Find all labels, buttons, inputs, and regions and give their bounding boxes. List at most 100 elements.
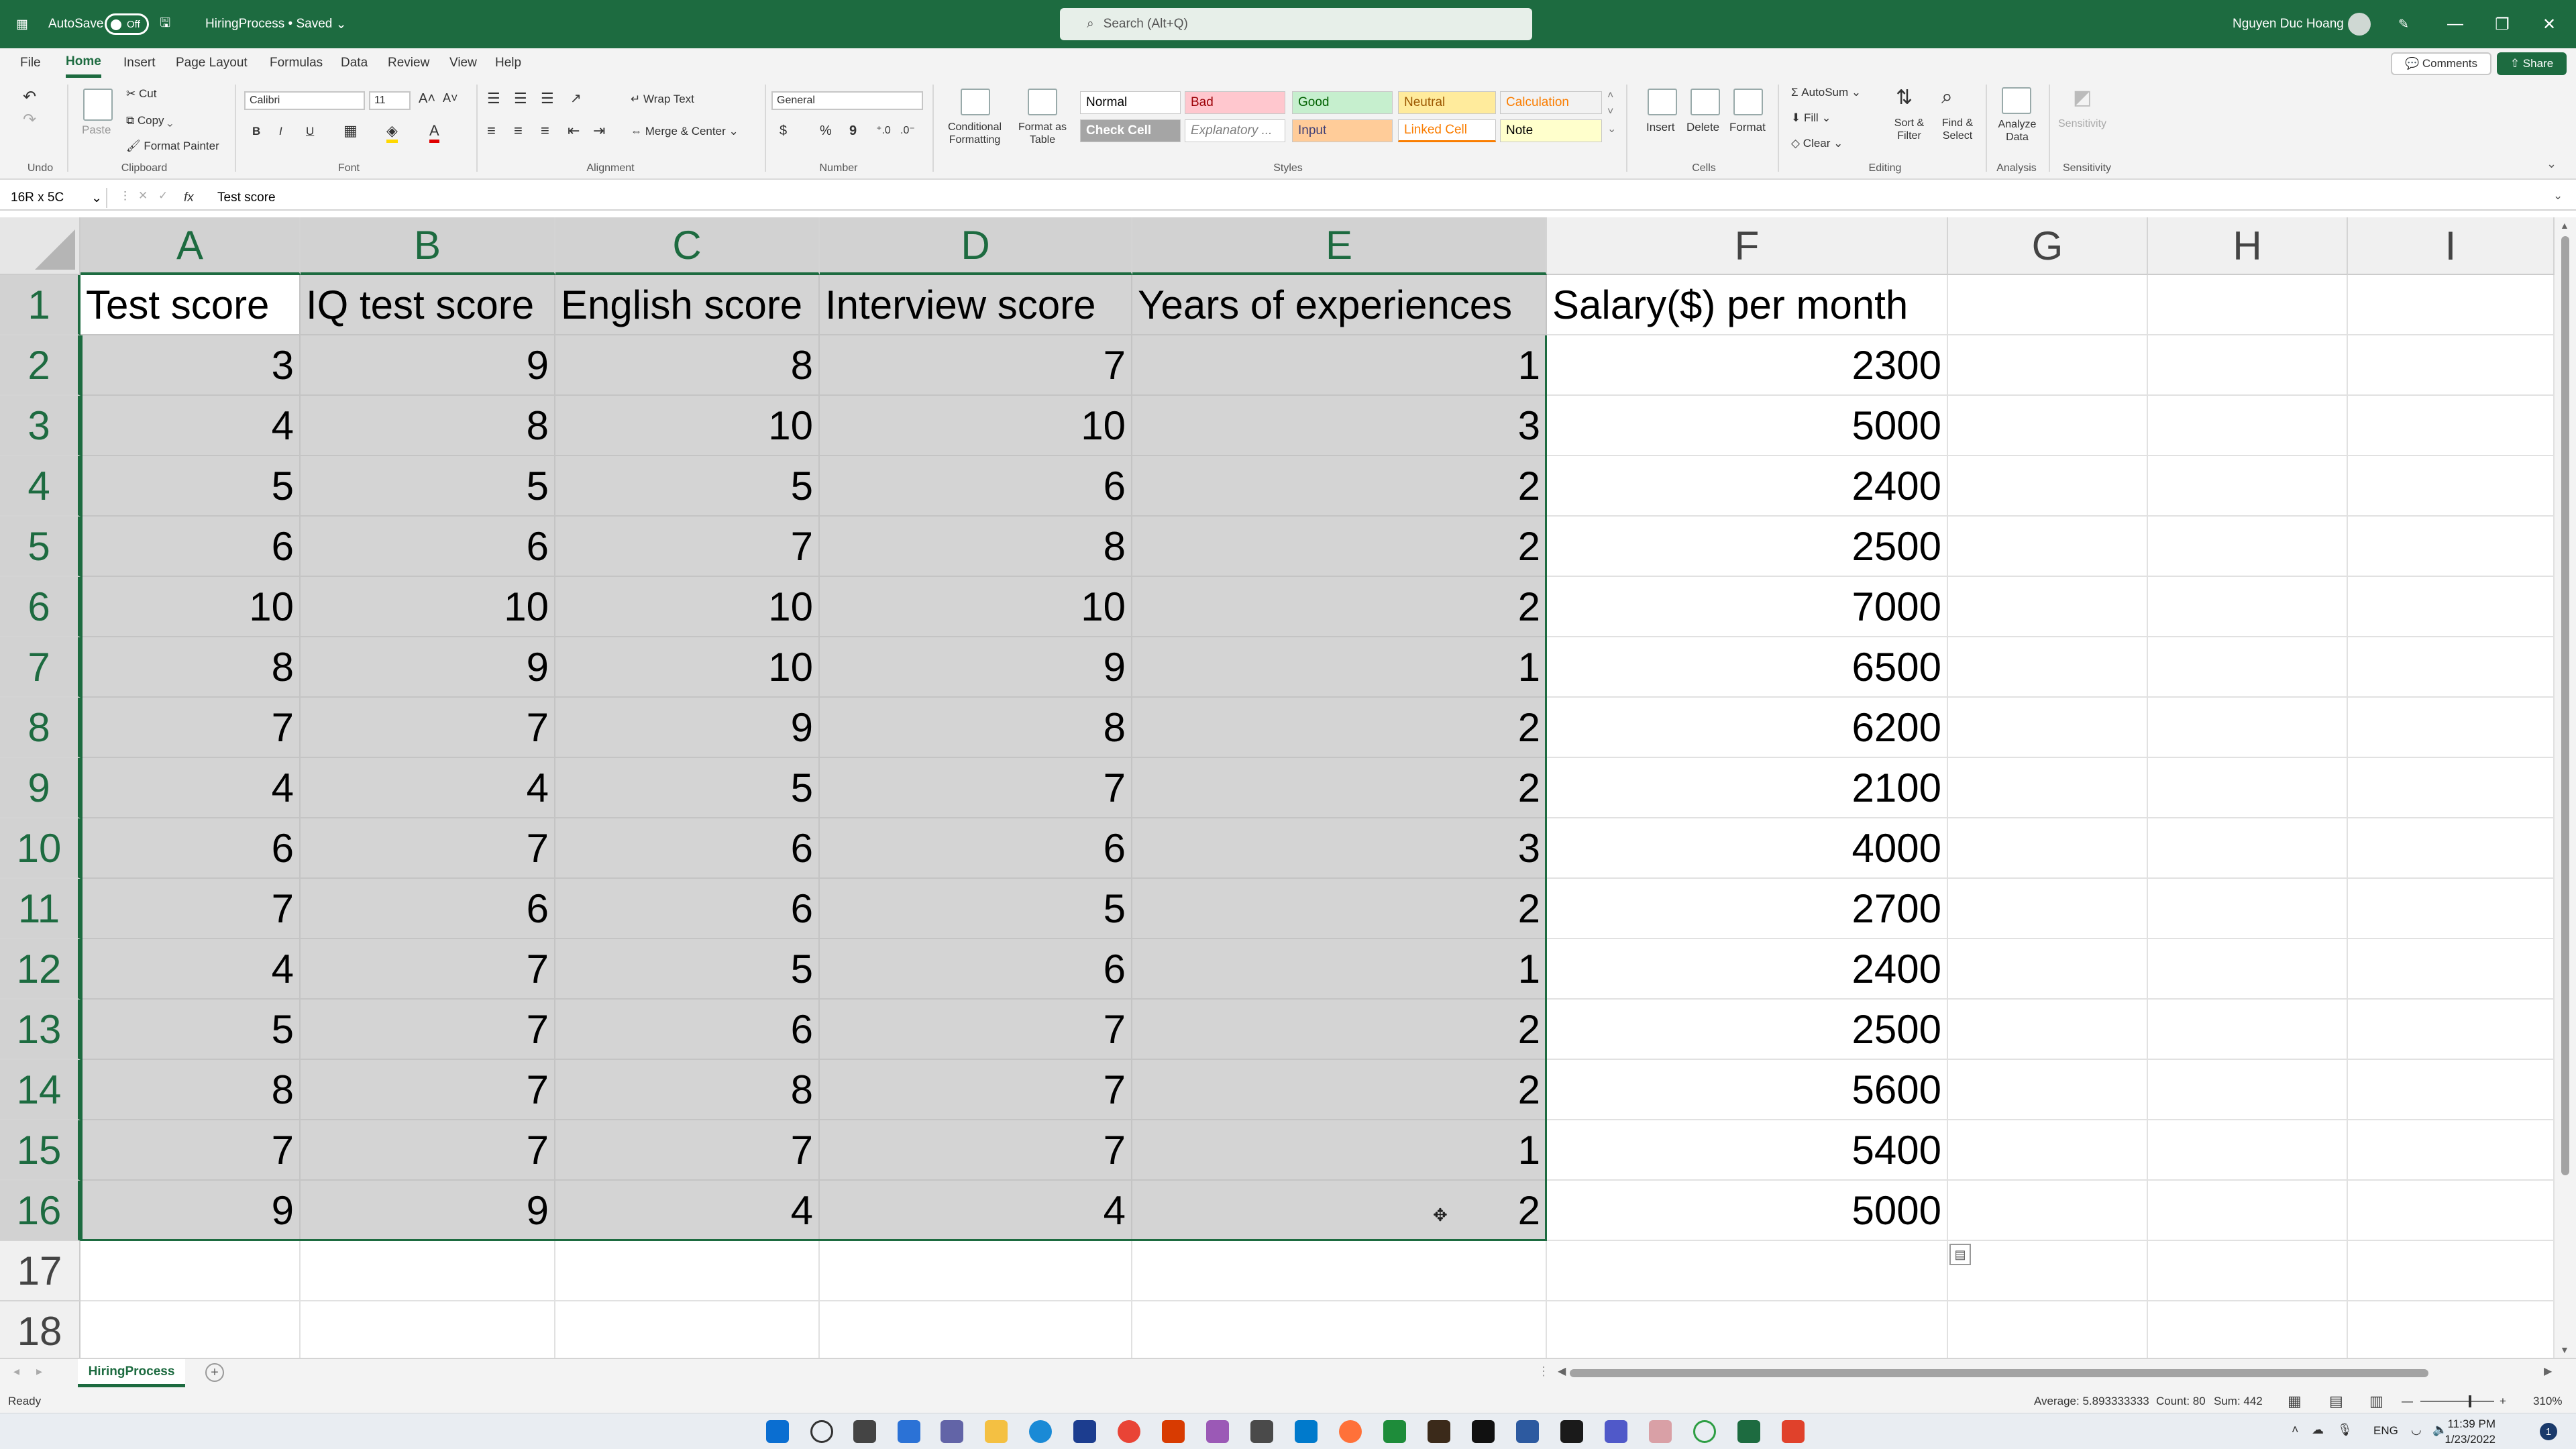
- paste-icon[interactable]: [83, 89, 113, 121]
- cell-c12[interactable]: 5: [555, 939, 820, 1000]
- row-header-11[interactable]: 11: [0, 879, 80, 939]
- column-header-h[interactable]: H: [2148, 217, 2348, 275]
- orientation-icon[interactable]: ↗: [570, 90, 582, 107]
- cell-g4[interactable]: [1948, 456, 2148, 517]
- tray-chevron-icon[interactable]: ˄: [2292, 1423, 2299, 1437]
- format-painter-button[interactable]: 🖌 Format Painter: [126, 140, 219, 153]
- cell-b5[interactable]: 6: [301, 517, 555, 577]
- cell-g3[interactable]: [1948, 396, 2148, 456]
- number-format-select[interactable]: General: [771, 91, 923, 110]
- file-explorer-icon[interactable]: [985, 1420, 1008, 1443]
- cell-b10[interactable]: 7: [301, 818, 555, 879]
- cell-f16[interactable]: 5000: [1547, 1181, 1948, 1241]
- task-view-icon[interactable]: [853, 1420, 876, 1443]
- cell-g16[interactable]: [1948, 1181, 2148, 1241]
- cell-h18[interactable]: [2148, 1301, 2348, 1358]
- font-color-icon[interactable]: A: [429, 122, 439, 143]
- cell-h3[interactable]: [2148, 396, 2348, 456]
- cell-e13[interactable]: 2: [1132, 1000, 1547, 1060]
- scroll-right-icon[interactable]: ▶: [2544, 1364, 2552, 1378]
- cell-c5[interactable]: 7: [555, 517, 820, 577]
- cell-h6[interactable]: [2148, 577, 2348, 637]
- cell-f7[interactable]: 6500: [1547, 637, 1948, 698]
- store-icon[interactable]: [1073, 1420, 1096, 1443]
- cell-e2[interactable]: 1: [1132, 335, 1547, 396]
- cell-h4[interactable]: [2148, 456, 2348, 517]
- insert-cells-button[interactable]: Insert: [1646, 121, 1675, 134]
- cell-a6[interactable]: 10: [80, 577, 301, 637]
- cell-b9[interactable]: 4: [301, 758, 555, 818]
- cell-h7[interactable]: [2148, 637, 2348, 698]
- cell-e18[interactable]: [1132, 1301, 1547, 1358]
- app-icon[interactable]: [1693, 1420, 1716, 1443]
- app-icon[interactable]: [1516, 1420, 1539, 1443]
- cell-d10[interactable]: 6: [820, 818, 1132, 879]
- select-all-button[interactable]: [0, 217, 80, 275]
- cell-e8[interactable]: 2: [1132, 698, 1547, 758]
- scroll-left-icon[interactable]: ◀: [1558, 1364, 1566, 1378]
- cell-f14[interactable]: 5600: [1547, 1060, 1948, 1120]
- cancel-icon[interactable]: ✕: [138, 189, 148, 203]
- chrome-icon[interactable]: [1118, 1420, 1140, 1443]
- cell-i12[interactable]: [2348, 939, 2555, 1000]
- cell-style-note[interactable]: Note: [1500, 119, 1602, 142]
- cell-f4[interactable]: 2400: [1547, 456, 1948, 517]
- cell-f2[interactable]: 2300: [1547, 335, 1948, 396]
- cell-e11[interactable]: 2: [1132, 879, 1547, 939]
- cell-h5[interactable]: [2148, 517, 2348, 577]
- search-icon[interactable]: [810, 1420, 833, 1443]
- firefox-icon[interactable]: [1339, 1420, 1362, 1443]
- cell-c18[interactable]: [555, 1301, 820, 1358]
- cell-a9[interactable]: 4: [80, 758, 301, 818]
- cell-d2[interactable]: 7: [820, 335, 1132, 396]
- cell-d12[interactable]: 6: [820, 939, 1132, 1000]
- cell-i15[interactable]: [2348, 1120, 2555, 1181]
- sort-filter-icon[interactable]: ⇅: [1896, 86, 1913, 109]
- scroll-down-icon[interactable]: ▼: [2560, 1344, 2569, 1355]
- cell-d13[interactable]: 7: [820, 1000, 1132, 1060]
- status-count[interactable]: Count: 80: [2156, 1390, 2206, 1413]
- cell-style-bad[interactable]: Bad: [1185, 91, 1285, 114]
- app-icon[interactable]: [1782, 1420, 1805, 1443]
- cell-c9[interactable]: 5: [555, 758, 820, 818]
- delete-cells-button[interactable]: Delete: [1686, 121, 1719, 134]
- app-icon[interactable]: [1383, 1420, 1406, 1443]
- cell-a18[interactable]: [80, 1301, 301, 1358]
- zoom-slider[interactable]: [2420, 1395, 2494, 1407]
- conditional-formatting-button[interactable]: Conditional Formatting: [938, 121, 1012, 146]
- cell-b2[interactable]: 9: [301, 335, 555, 396]
- cell-g11[interactable]: [1948, 879, 2148, 939]
- cell-c15[interactable]: 7: [555, 1120, 820, 1181]
- cell-h1[interactable]: [2148, 275, 2348, 335]
- row-header-16[interactable]: 16: [0, 1181, 80, 1241]
- cell-e15[interactable]: 1: [1132, 1120, 1547, 1181]
- cell-i3[interactable]: [2348, 396, 2555, 456]
- sheet-tab-hiringprocess[interactable]: HiringProcess: [78, 1359, 185, 1387]
- shrink-font-icon[interactable]: A˅: [443, 91, 458, 105]
- cell-i8[interactable]: [2348, 698, 2555, 758]
- cell-d9[interactable]: 7: [820, 758, 1132, 818]
- tab-page-layout[interactable]: Page Layout: [176, 48, 248, 78]
- cell-i7[interactable]: [2348, 637, 2555, 698]
- cell-i14[interactable]: [2348, 1060, 2555, 1120]
- cell-h9[interactable]: [2148, 758, 2348, 818]
- row-header-5[interactable]: 5: [0, 517, 80, 577]
- row-header-13[interactable]: 13: [0, 1000, 80, 1060]
- column-header-f[interactable]: F: [1547, 217, 1948, 275]
- cell-h14[interactable]: [2148, 1060, 2348, 1120]
- split-handle-icon[interactable]: ⋮: [1538, 1364, 1550, 1379]
- intellij-icon[interactable]: [1560, 1420, 1583, 1443]
- formula-input[interactable]: Test score: [217, 188, 276, 208]
- underline-button[interactable]: U: [306, 125, 314, 138]
- gallery-down-icon[interactable]: ˅: [1607, 106, 1613, 118]
- column-header-b[interactable]: B: [301, 217, 555, 275]
- cell-a3[interactable]: 4: [80, 396, 301, 456]
- sort-filter-button[interactable]: Sort & Filter: [1882, 117, 1936, 142]
- cell-style-check-cell[interactable]: Check Cell: [1080, 119, 1181, 142]
- row-header-9[interactable]: 9: [0, 758, 80, 818]
- cell-a10[interactable]: 6: [80, 818, 301, 879]
- row-header-10[interactable]: 10: [0, 818, 80, 879]
- row-header-3[interactable]: 3: [0, 396, 80, 456]
- app-icon[interactable]: [1428, 1420, 1450, 1443]
- page-break-view-icon[interactable]: ▥: [2369, 1390, 2383, 1413]
